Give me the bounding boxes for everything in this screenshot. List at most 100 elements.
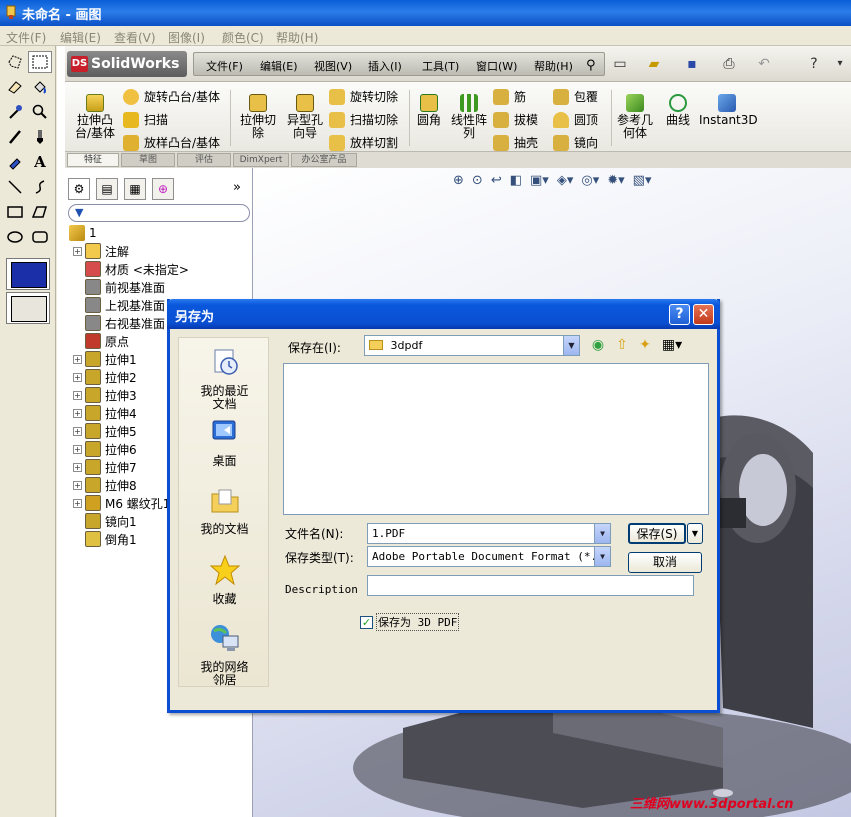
expand-plus-icon[interactable]: +: [73, 372, 82, 382]
instant3d-button[interactable]: Instant3D: [699, 94, 758, 127]
feature-tree-item[interactable]: 上视基准面: [85, 296, 165, 314]
tab-office-products[interactable]: 办公室产品: [291, 153, 357, 167]
brush-icon[interactable]: [28, 126, 52, 148]
paint-menu-colors[interactable]: 颜色(C): [222, 29, 264, 46]
extrude-boss-button[interactable]: 拉伸凸台/基体: [71, 94, 119, 140]
feature-tree-item[interactable]: + 拉伸5: [73, 422, 137, 440]
description-input[interactable]: [367, 575, 694, 596]
pencil-icon[interactable]: [3, 126, 27, 148]
chevron-down-icon[interactable]: ▾: [831, 56, 849, 72]
loft-cut-button[interactable]: 放样切割: [329, 134, 398, 151]
ref-geometry-button[interactable]: 参考几何体: [615, 94, 655, 140]
feature-tree-item[interactable]: + 拉伸7: [73, 458, 137, 476]
open-folder-icon[interactable]: ▰: [645, 56, 663, 72]
shell-button[interactable]: 抽壳: [493, 134, 538, 151]
tab-features[interactable]: 特征: [67, 153, 119, 167]
paint-menu-image[interactable]: 图像(I): [168, 29, 205, 46]
sw-menu-help[interactable]: 帮助(H): [534, 58, 573, 74]
sw-menu-window[interactable]: 窗口(W): [476, 58, 517, 74]
paint-menu-view[interactable]: 查看(V): [114, 29, 156, 46]
place-favorites[interactable]: 收藏: [179, 554, 270, 606]
rib-button[interactable]: 筋: [493, 88, 526, 105]
config-tab-icon[interactable]: ▦: [124, 178, 146, 200]
feature-tree-item[interactable]: + 拉伸3: [73, 386, 137, 404]
sw-menu-edit[interactable]: 编辑(E): [260, 58, 298, 74]
dialog-close-button[interactable]: ✕: [693, 304, 714, 325]
tab-evaluate[interactable]: 评估: [177, 153, 231, 167]
place-desktop[interactable]: 桌面: [179, 416, 270, 468]
line-icon[interactable]: [3, 176, 27, 198]
extrude-cut-button[interactable]: 拉伸切除: [235, 94, 281, 140]
save-3d-pdf-checkbox[interactable]: ✓: [360, 615, 373, 629]
feature-tree-item[interactable]: 前视基准面: [85, 278, 165, 296]
print-icon[interactable]: ⎙: [720, 56, 738, 72]
feature-tree-item[interactable]: 右视基准面: [85, 314, 165, 332]
feature-tree-item[interactable]: 原点: [85, 332, 129, 350]
pin-icon[interactable]: ⚲: [586, 58, 596, 73]
expand-plus-icon[interactable]: +: [73, 354, 82, 364]
curves-button[interactable]: 曲线: [661, 94, 695, 127]
feature-tree-item[interactable]: + 拉伸1: [73, 350, 137, 368]
expand-plus-icon[interactable]: +: [73, 480, 82, 490]
expand-plus-icon[interactable]: +: [73, 444, 82, 454]
tool-option-2[interactable]: [6, 292, 50, 324]
rect-icon[interactable]: [3, 201, 27, 223]
polygon-icon[interactable]: [28, 201, 52, 223]
feature-tree-item[interactable]: + M6 螺纹孔1: [73, 494, 170, 512]
draft-button[interactable]: 拔模: [493, 111, 538, 128]
expand-plus-icon[interactable]: +: [73, 390, 82, 400]
linear-pattern-button[interactable]: 线性阵列: [449, 94, 489, 140]
dome-button[interactable]: 圆顶: [553, 111, 598, 128]
view-menu-icon[interactable]: ▦▾: [660, 335, 684, 355]
file-list-view[interactable]: [283, 363, 709, 515]
picker-icon[interactable]: [3, 101, 27, 123]
tab-sketch[interactable]: 草图: [121, 153, 175, 167]
rect-select-icon[interactable]: [28, 51, 52, 73]
fill-icon[interactable]: [28, 76, 52, 98]
feature-tree-item[interactable]: + 拉伸8: [73, 476, 137, 494]
feature-tree-item[interactable]: 镜向1: [85, 512, 137, 530]
expand-plus-icon[interactable]: +: [73, 498, 82, 508]
dialog-help-button[interactable]: ?: [669, 304, 690, 325]
text-icon[interactable]: A: [28, 151, 52, 173]
expand-plus-icon[interactable]: +: [73, 426, 82, 436]
tab-dimxpert[interactable]: DimXpert: [233, 153, 289, 167]
free-select-icon[interactable]: [3, 51, 27, 73]
tree-root[interactable]: 1: [69, 224, 97, 242]
eraser-icon[interactable]: [3, 76, 27, 98]
airbrush-icon[interactable]: [3, 151, 27, 173]
wrap-button[interactable]: 包覆: [553, 88, 598, 105]
fillet-button[interactable]: 圆角: [411, 94, 447, 127]
feature-tree-item[interactable]: + 拉伸2: [73, 368, 137, 386]
paint-menu-file[interactable]: 文件(F): [6, 29, 46, 46]
paint-menu-edit[interactable]: 编辑(E): [60, 29, 101, 46]
sw-menu-insert[interactable]: 插入(I): [368, 58, 402, 74]
feature-tree-item[interactable]: + 注解: [73, 242, 129, 260]
place-recent[interactable]: 我的最近文档: [179, 346, 270, 411]
back-icon[interactable]: ◉: [588, 335, 608, 355]
sw-menu-file[interactable]: 文件(F): [206, 58, 243, 74]
cancel-button[interactable]: 取消: [628, 552, 702, 573]
save-3d-pdf-checkbox-row[interactable]: ✓ 保存为 3D PDF: [360, 613, 460, 631]
place-network[interactable]: 我的网络邻居: [179, 622, 270, 687]
curve-icon[interactable]: [28, 176, 52, 198]
filetype-dropdown[interactable]: Adobe Portable Document Format (*.pdf) ▼: [367, 546, 611, 567]
rounded-rect-icon[interactable]: [28, 226, 52, 248]
filename-input[interactable]: 1.PDF ▼: [367, 523, 611, 544]
feature-tree-item[interactable]: + 拉伸4: [73, 404, 137, 422]
property-tab-icon[interactable]: ▤: [96, 178, 118, 200]
feature-tree-item[interactable]: 倒角1: [85, 530, 137, 548]
save-button[interactable]: 保存(S): [628, 523, 686, 544]
expand-arrows-icon[interactable]: »: [233, 180, 241, 195]
mirror-button[interactable]: 镜向: [553, 134, 598, 151]
loft-boss-button[interactable]: 放样凸台/基体: [123, 134, 220, 151]
new-document-icon[interactable]: ▭: [611, 56, 629, 72]
expand-plus-icon[interactable]: +: [73, 408, 82, 418]
magnifier-icon[interactable]: [28, 101, 52, 123]
expand-plus-icon[interactable]: +: [73, 462, 82, 472]
revolve-boss-button[interactable]: 旋转凸台/基体: [123, 88, 220, 105]
feature-tree-tab-icon[interactable]: ⚙: [68, 178, 90, 200]
feature-filter-input[interactable]: ▼: [68, 204, 250, 222]
revolve-cut-button[interactable]: 旋转切除: [329, 88, 398, 105]
sw-menu-tools[interactable]: 工具(T): [422, 58, 459, 74]
